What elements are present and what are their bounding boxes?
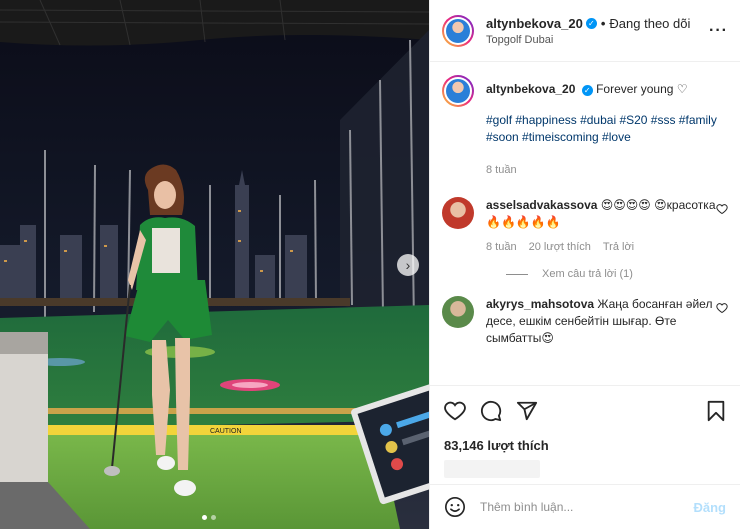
author-avatar[interactable]	[442, 14, 474, 47]
post-media[interactable]: CAUTION ›	[0, 0, 429, 529]
post-side-panel: altynbekova_20 ✓ • Đang theo dõi Topgolf…	[429, 0, 740, 529]
carousel-indicator	[202, 515, 216, 520]
caption-username[interactable]: altynbekova_20	[486, 82, 575, 96]
verified-badge-icon: ✓	[585, 17, 597, 29]
post-location[interactable]: Topgolf Dubai	[486, 34, 709, 46]
more-options-icon[interactable]: ···	[709, 22, 728, 40]
caption-text: Forever young	[596, 82, 674, 96]
caution-sign: CAUTION	[210, 428, 242, 435]
separator: •	[600, 15, 606, 31]
verified-badge-icon: ✓	[581, 85, 593, 96]
caption-avatar[interactable]	[442, 75, 474, 107]
author-username[interactable]: altynbekova_20	[486, 16, 583, 31]
comment-item: asselsadvakassova 😍😍😍😍 😍красотка🔥🔥🔥🔥🔥 8 …	[442, 197, 728, 256]
emoji-icon[interactable]	[444, 496, 466, 518]
comment-input[interactable]	[480, 500, 694, 514]
likes-count[interactable]: 83,146 lượt thích	[444, 438, 549, 453]
comment-likes[interactable]: 20 lượt thích	[529, 239, 591, 256]
replies-divider	[506, 273, 528, 275]
comments-list[interactable]: altynbekova_20 ✓ Forever young ♡ #golf #…	[430, 62, 740, 382]
comment-item: akyrys_mahsotova Жаңа босанған әйел десе…	[442, 296, 728, 347]
comment-username[interactable]: akyrys_mahsotova	[486, 297, 594, 311]
caption: altynbekova_20 ✓ Forever young ♡ #golf #…	[442, 75, 728, 179]
carousel-next-button[interactable]: ›	[397, 254, 419, 276]
comment-time[interactable]: 8 tuần	[486, 239, 517, 256]
reply-button[interactable]: Trả lời	[603, 239, 634, 256]
post-actions	[430, 400, 740, 422]
caption-hashtags[interactable]: #golf #happiness #dubai #S20 #sss #famil…	[486, 112, 728, 146]
view-replies-label: Xem câu trả lời (1)	[542, 268, 633, 280]
comment-composer: Đăng	[430, 484, 740, 529]
heart-icon[interactable]	[444, 400, 466, 422]
comment-username[interactable]: asselsadvakassova	[486, 198, 597, 212]
comment-like-heart-icon[interactable]	[716, 203, 728, 215]
carousel-dot-1	[202, 515, 207, 520]
post-dialog: CAUTION › altynbekova_20 ✓ • Đang theo d…	[0, 0, 740, 529]
view-replies-button[interactable]: Xem câu trả lời (1)	[506, 268, 728, 280]
bookmark-icon[interactable]	[706, 400, 726, 422]
comment-like-heart-icon[interactable]	[716, 302, 728, 314]
post-date-placeholder	[444, 460, 540, 478]
post-comment-button[interactable]: Đăng	[694, 500, 727, 515]
carousel-dot-2	[211, 515, 216, 520]
post-header: altynbekova_20 ✓ • Đang theo dõi Topgolf…	[430, 0, 740, 62]
commenter-avatar[interactable]	[442, 197, 474, 229]
golf-photo: CAUTION	[0, 0, 429, 529]
follow-status-button[interactable]: Đang theo dõi	[609, 16, 690, 31]
share-icon[interactable]	[516, 400, 538, 422]
commenter-avatar[interactable]	[442, 296, 474, 328]
comment-icon[interactable]	[480, 400, 502, 422]
caption-emoji: ♡	[676, 82, 688, 96]
caption-time[interactable]: 8 tuần	[486, 162, 517, 179]
